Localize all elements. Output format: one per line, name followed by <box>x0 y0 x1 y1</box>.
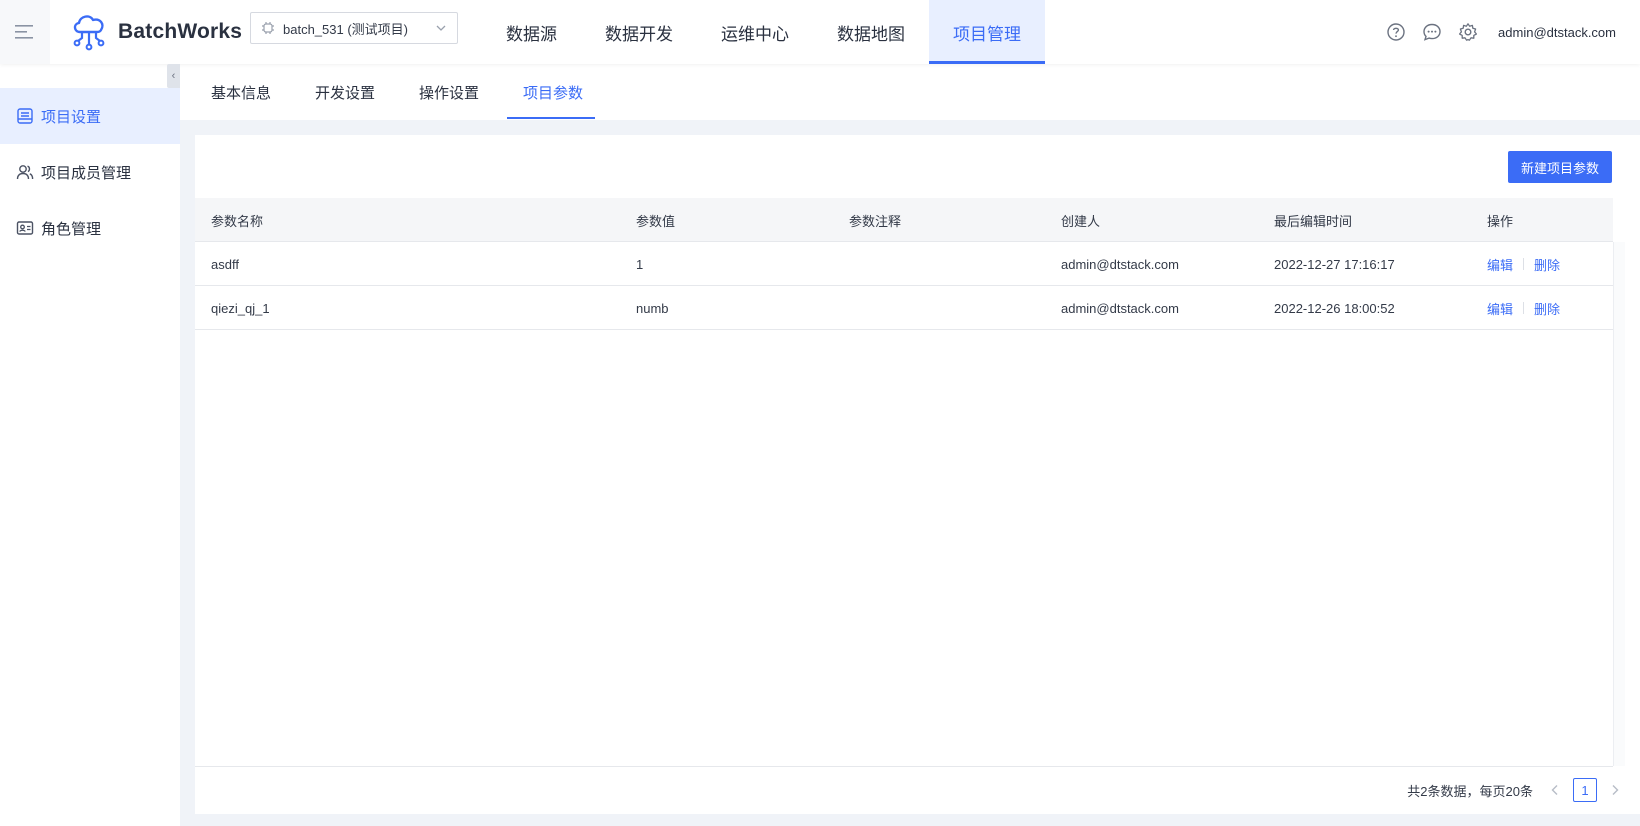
project-settings-icon <box>17 108 33 124</box>
main-nav: 数据源 数据开发 运维中心 数据地图 项目管理 <box>482 0 1045 64</box>
sidebar-item-project-settings[interactable]: 项目设置 <box>0 88 180 144</box>
batchworks-logo-icon <box>73 15 105 51</box>
user-account[interactable]: admin@dtstack.com <box>1498 25 1616 40</box>
settings-icon[interactable] <box>1458 22 1478 42</box>
action-divider <box>1523 258 1525 270</box>
pagination: 共2条数据，每页20条 1 <box>1407 778 1623 802</box>
param-creator: admin@dtstack.com <box>1061 256 1179 272</box>
menu-icon <box>15 25 33 39</box>
param-value: numb <box>636 300 669 316</box>
column-header-creator: 创建人 <box>1061 213 1101 229</box>
param-creator: admin@dtstack.com <box>1061 300 1179 316</box>
new-project-parameter-button[interactable]: 新建项目参数 <box>1508 151 1612 183</box>
brand[interactable]: BatchWorks <box>70 12 242 52</box>
column-header-comment: 参数注释 <box>849 213 902 229</box>
table-divider <box>195 766 1613 767</box>
column-header-actions: 操作 <box>1487 213 1514 229</box>
tab-operation-settings[interactable]: 操作设置 <box>419 64 479 120</box>
table-row: asdff 1 admin@dtstack.com 2022-12-27 17:… <box>195 242 1613 286</box>
prev-page-button[interactable] <box>1547 782 1563 798</box>
chevron-left-icon: ‹ <box>171 70 176 82</box>
chevron-right-icon <box>1612 785 1619 795</box>
project-icon <box>262 22 274 34</box>
tab-development-settings[interactable]: 开发设置 <box>315 64 375 120</box>
action-divider <box>1523 302 1525 314</box>
table-row: qiezi_qj_1 numb admin@dtstack.com 2022-1… <box>195 286 1613 330</box>
tab-project-parameters[interactable]: 项目参数 <box>523 64 583 120</box>
param-name: asdff <box>211 256 239 272</box>
row-actions: 编辑 删除 <box>1487 286 1560 330</box>
chevron-down-icon <box>436 25 446 31</box>
edit-link[interactable]: 编辑 <box>1487 299 1513 318</box>
param-last-edited: 2022-12-26 18:00:52 <box>1274 300 1395 316</box>
page-number-button[interactable]: 1 <box>1573 778 1597 802</box>
table-header: 参数名称 参数值 参数注释 创建人 最后编辑时间 操作 <box>195 198 1613 242</box>
parameters-panel: 新建项目参数 参数名称 参数值 参数注释 创建人 最后编辑时间 操作 asdff… <box>195 135 1640 814</box>
nav-item-operations-center[interactable]: 运维中心 <box>697 0 813 64</box>
nav-item-datasource[interactable]: 数据源 <box>482 0 581 64</box>
sidebar-item-label: 角色管理 <box>41 220 102 238</box>
next-page-button[interactable] <box>1607 782 1623 798</box>
brand-name: BatchWorks <box>118 20 243 43</box>
header-actions: admin@dtstack.com <box>1386 0 1616 64</box>
settings-tabs: 基本信息 开发设置 操作设置 项目参数 <box>180 64 1640 120</box>
menu-toggle-button[interactable] <box>0 0 50 64</box>
pagination-total: 共2条数据，每页20条 <box>1407 783 1533 799</box>
nav-item-data-development[interactable]: 数据开发 <box>581 0 697 64</box>
sidebar-item-members[interactable]: 项目成员管理 <box>0 144 180 200</box>
tab-basic-info[interactable]: 基本信息 <box>211 64 271 120</box>
nav-item-project-management[interactable]: 项目管理 <box>929 0 1045 64</box>
column-header-value: 参数值 <box>636 213 676 229</box>
chevron-left-icon <box>1551 785 1558 795</box>
delete-link[interactable]: 删除 <box>1534 255 1560 274</box>
role-icon <box>16 221 34 235</box>
column-header-name: 参数名称 <box>211 213 264 229</box>
project-selector-value: batch_531 (测试项目) <box>283 21 408 37</box>
sidebar-collapse-button[interactable]: ‹ <box>167 64 180 88</box>
sidebar-item-roles[interactable]: 角色管理 <box>0 200 180 256</box>
sidebar: 项目设置 项目成员管理 角色管理 <box>0 64 180 826</box>
column-header-last-edited: 最后编辑时间 <box>1274 213 1353 229</box>
sidebar-item-label: 项目成员管理 <box>41 164 132 182</box>
row-actions: 编辑 删除 <box>1487 242 1560 286</box>
sidebar-item-label: 项目设置 <box>41 108 102 126</box>
table-scrollbar[interactable] <box>1613 242 1625 766</box>
param-last-edited: 2022-12-27 17:16:17 <box>1274 256 1395 272</box>
message-icon[interactable] <box>1422 22 1442 42</box>
members-icon <box>16 165 34 180</box>
nav-item-data-map[interactable]: 数据地图 <box>813 0 929 64</box>
top-header: BatchWorks batch_531 (测试项目) 数据源 数据开发 运维中… <box>0 0 1640 64</box>
help-icon[interactable] <box>1386 22 1406 42</box>
edit-link[interactable]: 编辑 <box>1487 255 1513 274</box>
param-value: 1 <box>636 256 644 272</box>
project-selector[interactable]: batch_531 (测试项目) <box>250 12 458 44</box>
delete-link[interactable]: 删除 <box>1534 299 1560 318</box>
active-tab-indicator <box>507 117 595 119</box>
param-name: qiezi_qj_1 <box>211 300 270 316</box>
